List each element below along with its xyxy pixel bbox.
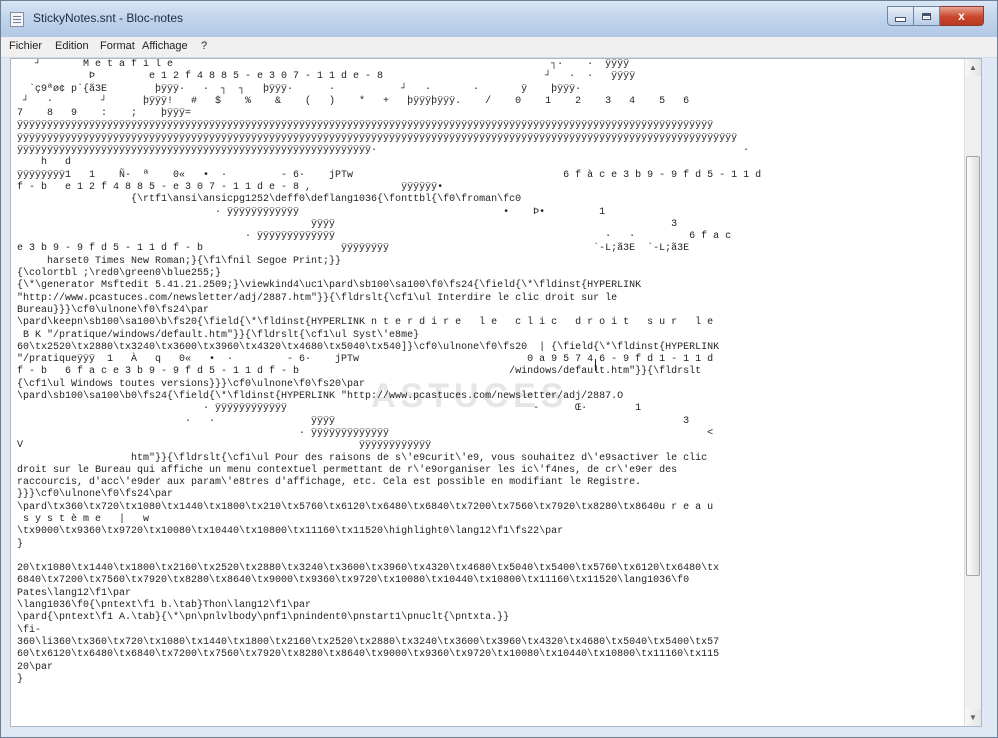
menu-help[interactable]: ? — [201, 40, 207, 52]
scroll-up-icon: ▲ — [969, 63, 977, 72]
editor-content[interactable]: ┘ M e t a f i l e ┐· · ÿÿÿÿ Þ e 1 2 f 4 … — [17, 59, 963, 726]
window-title: StickyNotes.snt - Bloc-notes — [33, 11, 184, 25]
minimize-button[interactable] — [887, 6, 914, 26]
file-text[interactable]: ┘ M e t a f i l e ┐· · ÿÿÿÿ Þ e 1 2 f 4 … — [17, 59, 963, 686]
text-editor[interactable]: ASTUCES ┘ M e t a f i l e ┐· · ÿÿÿÿ Þ e … — [10, 58, 982, 727]
close-button[interactable]: x — [940, 6, 984, 26]
maximize-button[interactable] — [914, 6, 940, 26]
minimize-icon — [895, 17, 906, 22]
menu-edition[interactable]: Edition — [55, 40, 89, 52]
text-caret — [595, 359, 596, 371]
window-controls: x — [887, 6, 984, 26]
menu-fichier[interactable]: Fichier — [9, 40, 42, 52]
scroll-up-button[interactable]: ▲ — [965, 59, 981, 76]
maximize-icon — [922, 12, 931, 20]
notepad-window: StickyNotes.snt - Bloc-notes x Fichier E… — [0, 0, 998, 738]
scroll-thumb[interactable] — [966, 156, 980, 576]
menu-affichage[interactable]: Affichage — [142, 40, 188, 52]
menu-format[interactable]: Format — [100, 40, 135, 52]
title-bar[interactable]: StickyNotes.snt - Bloc-notes x — [1, 1, 997, 37]
notepad-icon — [10, 12, 24, 27]
scroll-down-icon: ▼ — [969, 713, 977, 722]
scroll-down-button[interactable]: ▼ — [965, 709, 981, 726]
vertical-scrollbar[interactable]: ▲ ▼ — [964, 59, 981, 726]
close-icon: x — [958, 9, 965, 23]
menu-bar: Fichier Edition Format Affichage ? — [1, 37, 997, 58]
